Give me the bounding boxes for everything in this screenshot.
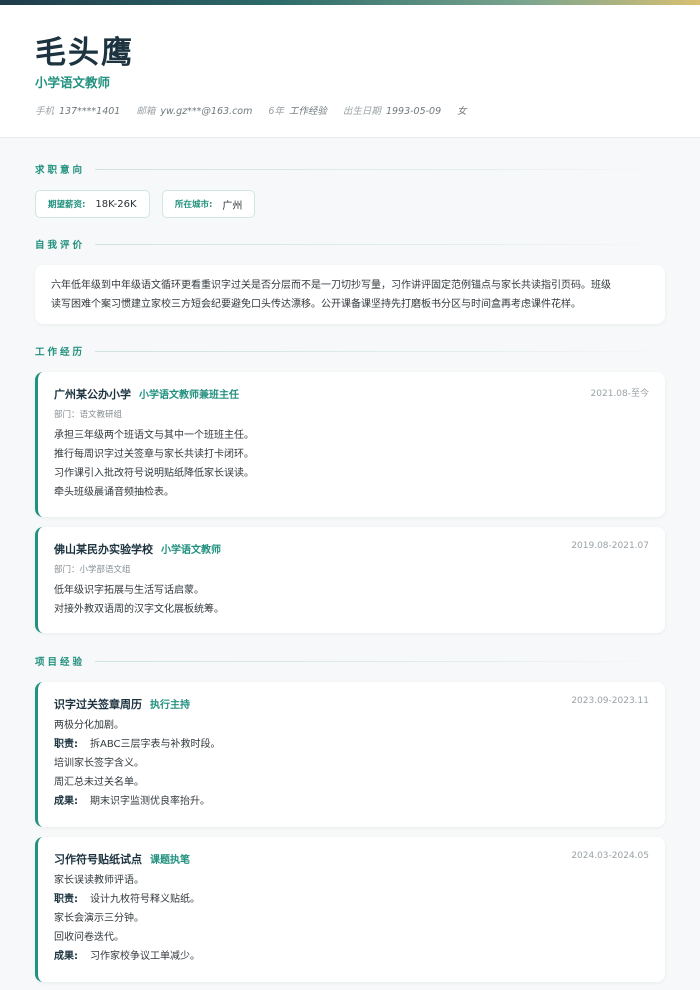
project-role: 执行主持 <box>150 700 190 711</box>
project-duty: 职责: 拆ABC三层字表与补救时段。 <box>54 739 221 750</box>
work-line: 对接外教双语周的汉字文化展板统筹。 <box>54 604 224 615</box>
work-date: 2021.08-至今 <box>590 389 649 399</box>
experience-info: 6年 工作经验 <box>268 106 327 117</box>
project-date: 2023.09-2023.11 <box>571 696 649 706</box>
project-duty: 职责: 设计九枚符号释义贴纸。 <box>54 894 200 905</box>
work-role: 小学语文教师 <box>161 545 221 556</box>
work-org: 广州某公办小学 <box>54 388 131 401</box>
work-line: 低年级识字拓展与生活写话启蒙。 <box>54 585 204 596</box>
project-role: 课题执笔 <box>150 855 190 866</box>
work-org: 佛山某民办实验学校 <box>54 543 153 556</box>
summary-line: 六年低年级到中年级语文循环更看重识字过关是否分层而不是一刀切抄写量，习作讲评固定… <box>51 280 611 291</box>
work-role: 小学语文教师兼班主任 <box>139 390 239 401</box>
project-duty: 周汇总未过关名单。 <box>54 777 144 788</box>
project-result: 成果: 期末识字监测优良率抬升。 <box>54 796 210 807</box>
city-chip: 所在城市: 广州 <box>162 190 256 218</box>
summary-line: 读写困难个案习惯建立家校三方短会纪要避免口头传达漂移。公开课备课坚持先打磨板书分… <box>51 299 581 310</box>
contact-info: 手机 137****1401 邮箱 yw.gz***@163.com 6年 工作经验 … <box>35 103 467 117</box>
project-intro: 家长误读教师评语。 <box>54 875 144 886</box>
work-line: 承担三年级两个班语文与其中一个班班主任。 <box>54 430 254 441</box>
self-evaluation-card: 六年低年级到中年级语文循环更看重识字过关是否分层而不是一刀切抄写量，习作讲评固定… <box>35 265 665 324</box>
candidate-name: 毛头鹰 <box>35 35 134 71</box>
project-result: 成果: 习作家校争议工单减少。 <box>54 951 200 962</box>
project-intro: 两极分化加剧。 <box>54 720 124 731</box>
project-name: 习作符号贴纸试点 <box>54 853 142 866</box>
work-line: 习作课引入批改符号说明贴纸降低家长误读。 <box>54 468 254 479</box>
salary-chip: 期望薪资: 18K-26K <box>35 190 150 218</box>
work-entry: 广州某公办小学 小学语文教师兼班主任 2021.08-至今 部门：语文教研组 承… <box>35 372 665 517</box>
work-line: 推行每周识字过关签章与家长共读打卡闭环。 <box>54 449 254 460</box>
phone-info: 手机 137****1401 <box>35 106 121 117</box>
work-dept: 部门：语文教研组 <box>54 410 123 420</box>
project-entry: 习作符号贴纸试点 课题执笔 2024.03-2024.05 家长误读教师评语。 … <box>35 837 665 982</box>
work-date: 2019.08-2021.07 <box>571 541 649 551</box>
work-line: 牵头班级晨诵音频抽检表。 <box>54 487 174 498</box>
section-title-work: 工作经历 <box>35 344 665 358</box>
project-duty: 回收问卷迭代。 <box>54 932 124 943</box>
section-title-intent: 求职意向 <box>35 162 665 176</box>
resume-header: 毛头鹰 小学语文教师 手机 137****1401 邮箱 yw.gz***@163.… <box>0 5 700 138</box>
section-title-summary: 自我评价 <box>35 237 665 251</box>
email-info: 邮箱 yw.gz***@163.com <box>136 106 253 117</box>
birth-info: 出生日期 1993-05-09 <box>342 106 442 117</box>
project-duty: 家长会演示三分钟。 <box>54 913 144 924</box>
work-dept: 部门：小学部语文组 <box>54 565 131 575</box>
work-entry: 佛山某民办实验学校 小学语文教师 2019.08-2021.07 部门：小学部语… <box>35 527 665 633</box>
section-title-projects: 项目经验 <box>35 654 665 668</box>
project-duty: 培训家长签字含义。 <box>54 758 144 769</box>
gender-info: 女 <box>457 106 467 117</box>
project-date: 2024.03-2024.05 <box>571 851 649 861</box>
project-entry: 识字过关签章周历 执行主持 2023.09-2023.11 两极分化加剧。 职责… <box>35 682 665 827</box>
candidate-title: 小学语文教师 <box>35 75 111 90</box>
project-name: 识字过关签章周历 <box>54 698 142 711</box>
